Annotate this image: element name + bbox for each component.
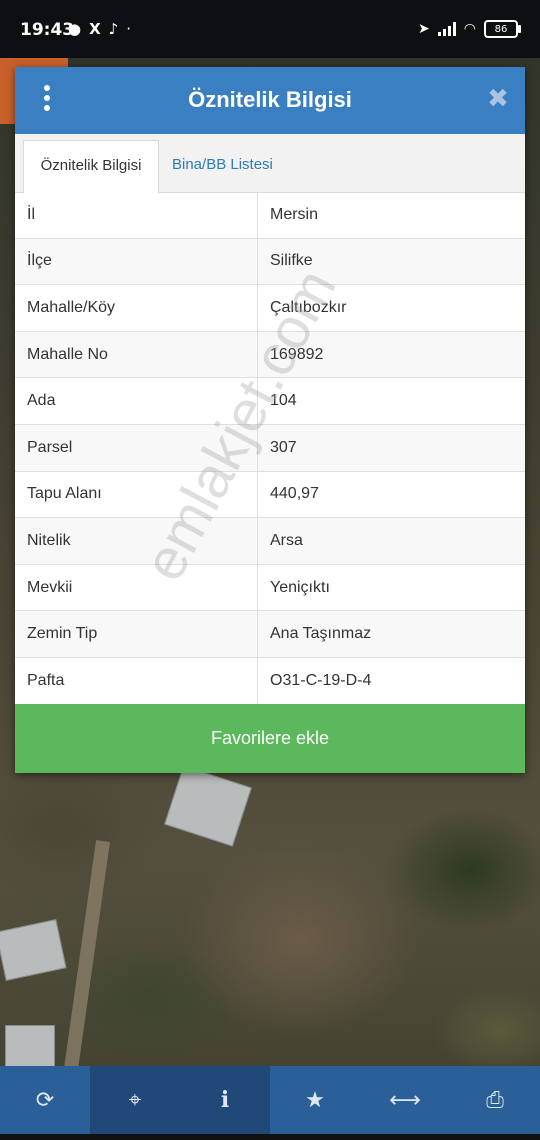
attribute-key: Mevkii — [15, 564, 258, 612]
attribute-value: O31-C-19-D-4 — [257, 657, 525, 705]
measure-icon[interactable]: ⟷ — [360, 1066, 450, 1134]
building-roof — [5, 1025, 55, 1067]
attribute-value: 307 — [257, 424, 525, 472]
table-row: Zemin Tip Ana Taşınmaz — [15, 610, 525, 658]
status-right-icons: ➤ ◠ 86 — [418, 20, 521, 38]
attribute-table: İl Mersin İlçe Silifke Mahalle/Köy Çaltıbozkı… — [15, 192, 525, 705]
attribute-key: Pafta — [15, 657, 258, 705]
attribute-key: İl — [15, 192, 258, 239]
tab-building-list[interactable]: Bina/BB Listesi — [160, 140, 285, 192]
attribute-value: Arsa — [257, 517, 525, 565]
locate-icon[interactable]: ⌖ — [90, 1066, 180, 1134]
dialog-title: Öznitelik Bilgisi — [188, 87, 352, 112]
battery-icon: 86 — [484, 20, 521, 38]
bottom-toolbar: ⟳ ⌖ i ★ ⟷ ⎙ — [0, 1066, 540, 1134]
more-dot-icon: · — [126, 20, 132, 38]
close-icon[interactable]: ✖ — [485, 84, 511, 114]
tiktok-icon: ♪ — [108, 20, 119, 38]
attribute-key: İlçe — [15, 238, 258, 286]
attribute-key: Mahalle No — [15, 331, 258, 379]
add-favorite-button[interactable]: Favorilere ekle — [15, 704, 525, 773]
refresh-icon[interactable]: ⟳ — [0, 1066, 90, 1134]
attribute-value: Ana Taşınmaz — [257, 610, 525, 658]
table-row: Nitelik Arsa — [15, 517, 525, 565]
info-icon[interactable]: i — [180, 1066, 270, 1134]
signal-icon — [437, 22, 456, 36]
table-row: İlçe Silifke — [15, 238, 525, 286]
system-nav-bar — [0, 1134, 540, 1140]
table-row: Mevkii Yeniçıktı — [15, 564, 525, 612]
notification-icons: ● X ♪ · — [68, 20, 131, 38]
table-row: İl Mersin — [15, 192, 525, 239]
status-time: 19:43 — [20, 20, 75, 40]
star-icon[interactable]: ★ — [270, 1066, 360, 1134]
battery-level: 86 — [494, 23, 508, 35]
tab-attribute-info[interactable]: Öznitelik Bilgisi — [23, 140, 159, 194]
print-icon[interactable]: ⎙ — [450, 1066, 540, 1134]
attribute-key: Zemin Tip — [15, 610, 258, 658]
attribute-value: 440,97 — [257, 471, 525, 519]
table-row: Pafta O31-C-19-D-4 — [15, 657, 525, 705]
location-arrow-icon: ➤ — [418, 21, 430, 37]
wifi-icon: ◠ — [463, 21, 476, 37]
attribute-value: Yeniçıktı — [257, 564, 525, 612]
dialog-header: Öznitelik Bilgisi ✖ — [15, 67, 525, 134]
x-icon: X — [89, 20, 101, 38]
attribute-value: Mersin — [257, 192, 525, 239]
attribute-key: Mahalle/Köy — [15, 284, 258, 332]
table-row: Tapu Alanı 440,97 — [15, 471, 525, 519]
dialog-tabs: Öznitelik Bilgisi Bina/BB Listesi — [15, 134, 525, 194]
facebook-icon: ● — [68, 20, 82, 38]
status-bar: 19:43 ● X ♪ · ➤ ◠ 86 — [0, 0, 540, 58]
